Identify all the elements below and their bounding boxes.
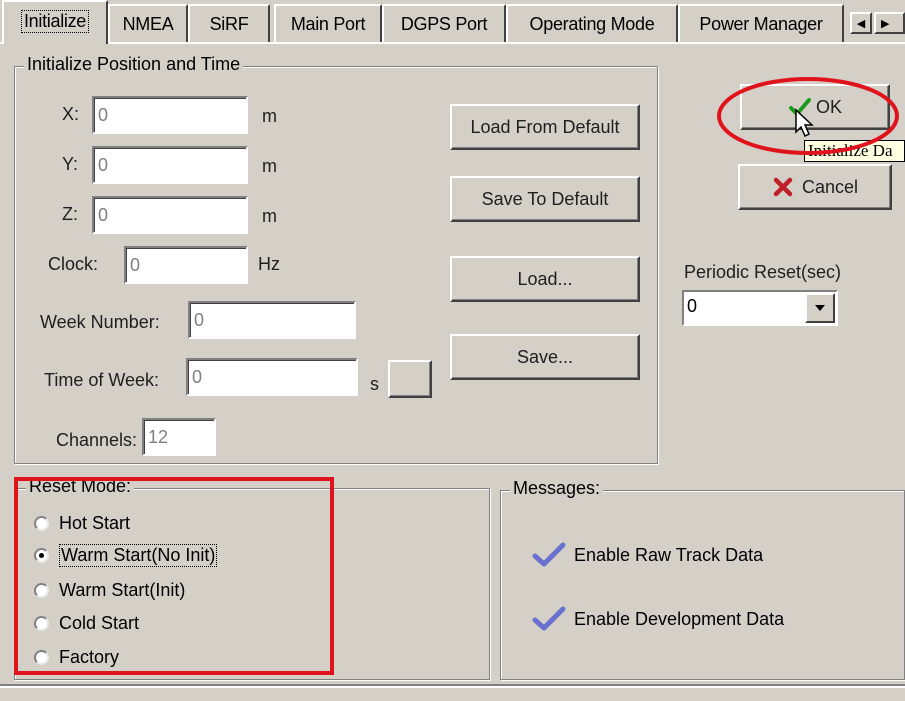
tab-scroll-right-button[interactable]: ▶ (874, 12, 905, 34)
cancel-button-label: Cancel (801, 176, 859, 197)
window-bottom-edge-highlight (0, 686, 905, 688)
periodic-reset-value: 0 (687, 296, 698, 316)
checkbox-label: Enable Development Data (574, 608, 785, 629)
z-unit: m (262, 206, 277, 226)
tab-dgps-port[interactable]: DGPS Port (382, 4, 506, 42)
clock-label: Clock: (48, 254, 99, 274)
tab-sirf[interactable]: SiRF (188, 4, 270, 42)
time-of-week-button[interactable] (388, 360, 432, 398)
load-from-default-button[interactable]: Load From Default (450, 104, 640, 150)
arrow-left-icon: ◀ (856, 17, 866, 30)
tab-scroll-left-button[interactable]: ◀ (850, 12, 872, 34)
init-group-title: Initialize Position and Time (24, 54, 244, 75)
checkbox-checked-icon[interactable] (532, 542, 566, 568)
save-button[interactable]: Save... (450, 334, 640, 380)
tab-nmea[interactable]: NMEA (108, 4, 188, 42)
tab-strip-divider (0, 42, 905, 44)
check-development-data[interactable]: Enable Development Data (532, 604, 784, 634)
week-number-label: Week Number: (40, 312, 160, 332)
clock-input[interactable] (124, 246, 248, 284)
x-input[interactable] (92, 96, 248, 134)
messages-title: Messages: (510, 478, 604, 499)
time-of-week-label: Time of Week: (44, 370, 160, 390)
check-raw-track-data[interactable]: Enable Raw Track Data (532, 540, 763, 570)
channels-label: Channels: (56, 430, 138, 450)
y-label: Y: (62, 154, 79, 174)
load-button[interactable]: Load... (450, 256, 640, 302)
tab-main-port[interactable]: Main Port (274, 4, 382, 42)
y-input[interactable] (92, 146, 248, 184)
chevron-down-icon (815, 305, 825, 311)
tab-operating-mode[interactable]: Operating Mode (506, 4, 678, 42)
time-of-week-input[interactable] (186, 358, 358, 396)
save-to-default-button[interactable]: Save To Default (450, 176, 640, 222)
tab-initialize-label: Initialize (20, 9, 90, 33)
tab-power-manager[interactable]: Power Manager (678, 4, 844, 42)
channels-input[interactable] (142, 418, 216, 456)
tab-initialize[interactable]: Initialize (2, 0, 108, 44)
x-label: X: (62, 104, 80, 124)
periodic-reset-select[interactable]: 0 (682, 290, 838, 326)
week-number-input[interactable] (188, 301, 356, 339)
dropdown-button[interactable] (805, 293, 835, 323)
x-unit: m (262, 106, 277, 126)
clock-unit: Hz (258, 254, 280, 274)
z-label: Z: (62, 204, 78, 224)
y-unit: m (262, 156, 277, 176)
highlight-ellipse (717, 77, 899, 155)
arrow-right-icon: ▶ (881, 17, 890, 30)
periodic-reset-label: Periodic Reset(sec) (684, 262, 842, 282)
time-of-week-unit: s (370, 374, 379, 394)
highlight-rectangle (14, 477, 334, 675)
z-input[interactable] (92, 196, 248, 234)
checkbox-checked-icon[interactable] (532, 606, 566, 632)
cancel-button[interactable]: Cancel (738, 164, 892, 210)
messages-group (500, 490, 905, 680)
checkbox-label: Enable Raw Track Data (574, 544, 764, 565)
cancel-x-icon (773, 177, 793, 197)
